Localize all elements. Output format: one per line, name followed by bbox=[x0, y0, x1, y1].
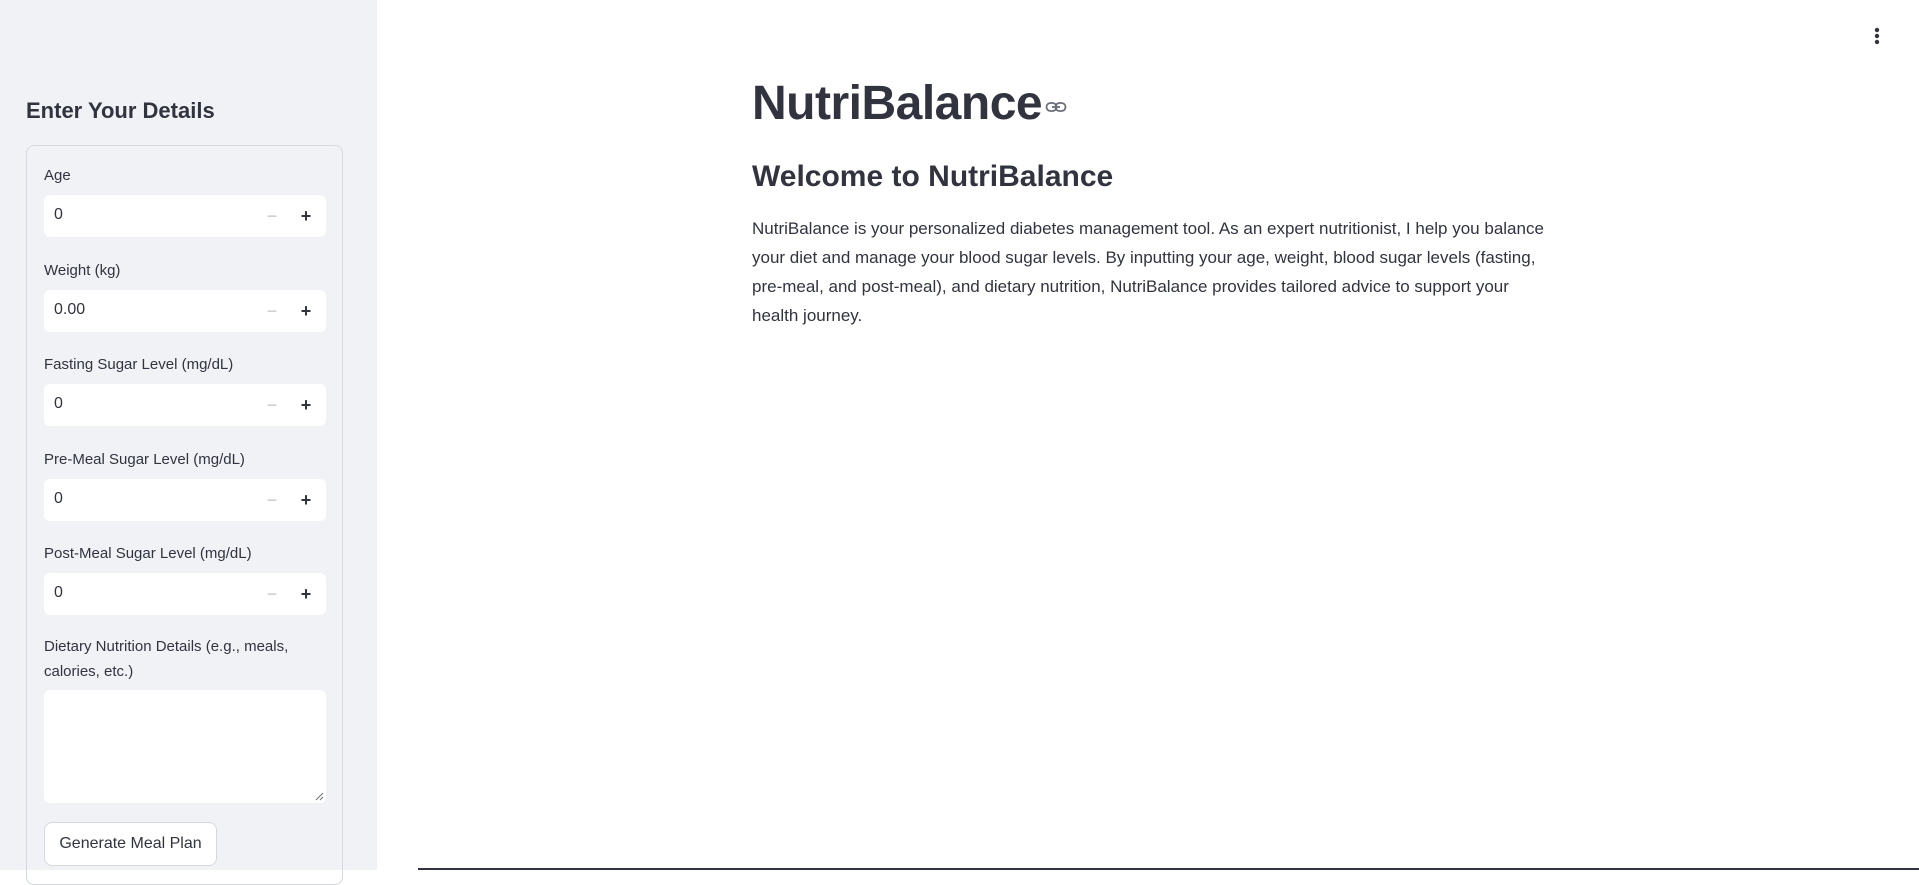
sidebar-title: Enter Your Details bbox=[26, 98, 215, 123]
generate-meal-plan-button[interactable]: Generate Meal Plan bbox=[44, 822, 217, 866]
pre-meal-sugar-label: Pre-Meal Sugar Level (mg/dL) bbox=[44, 451, 245, 468]
resize-handle-icon[interactable] bbox=[314, 791, 324, 801]
pre-meal-sugar-decrement-button[interactable]: − bbox=[256, 483, 288, 517]
post-meal-sugar-value[interactable]: 0 bbox=[54, 584, 63, 602]
dietary-label-line1: Dietary Nutrition Details (e.g., meals, bbox=[44, 638, 289, 655]
fasting-sugar-value[interactable]: 0 bbox=[54, 395, 63, 413]
page-title: NutriBalance bbox=[752, 77, 1043, 130]
age-decrement-button[interactable]: − bbox=[256, 199, 288, 233]
post-meal-sugar-increment-button[interactable]: + bbox=[290, 577, 322, 611]
fasting-sugar-decrement-button[interactable]: − bbox=[256, 388, 288, 422]
age-input[interactable]: 0 − + bbox=[44, 195, 326, 237]
pre-meal-sugar-input[interactable]: 0 − + bbox=[44, 479, 326, 521]
weight-input[interactable]: 0.00 − + bbox=[44, 290, 326, 332]
welcome-heading: Welcome to NutriBalance bbox=[752, 160, 1114, 193]
fasting-sugar-label: Fasting Sugar Level (mg/dL) bbox=[44, 356, 234, 373]
post-meal-sugar-label: Post-Meal Sugar Level (mg/dL) bbox=[44, 545, 252, 562]
description-text: NutriBalance is your personalized diabet… bbox=[752, 219, 1544, 325]
sidebar: Enter Your Details Age 0 − + Weight (kg)… bbox=[0, 0, 377, 885]
weight-label: Weight (kg) bbox=[44, 262, 121, 279]
pre-meal-sugar-value[interactable]: 0 bbox=[54, 490, 63, 508]
age-increment-button[interactable]: + bbox=[290, 199, 322, 233]
weight-increment-button[interactable]: + bbox=[290, 294, 322, 328]
age-label: Age bbox=[44, 167, 71, 184]
weight-decrement-button[interactable]: − bbox=[256, 294, 288, 328]
fasting-sugar-input[interactable]: 0 − + bbox=[44, 384, 326, 426]
dietary-label-line2: calories, etc.) bbox=[44, 663, 134, 680]
fasting-sugar-increment-button[interactable]: + bbox=[290, 388, 322, 422]
age-value[interactable]: 0 bbox=[54, 206, 63, 224]
weight-value[interactable]: 0.00 bbox=[54, 301, 85, 319]
kebab-menu-icon[interactable] bbox=[1867, 24, 1887, 48]
post-meal-sugar-input[interactable]: 0 − + bbox=[44, 573, 326, 615]
pre-meal-sugar-increment-button[interactable]: + bbox=[290, 483, 322, 517]
dietary-details-textarea[interactable] bbox=[44, 690, 326, 803]
post-meal-sugar-decrement-button[interactable]: − bbox=[256, 577, 288, 611]
link-icon[interactable] bbox=[1045, 98, 1067, 116]
